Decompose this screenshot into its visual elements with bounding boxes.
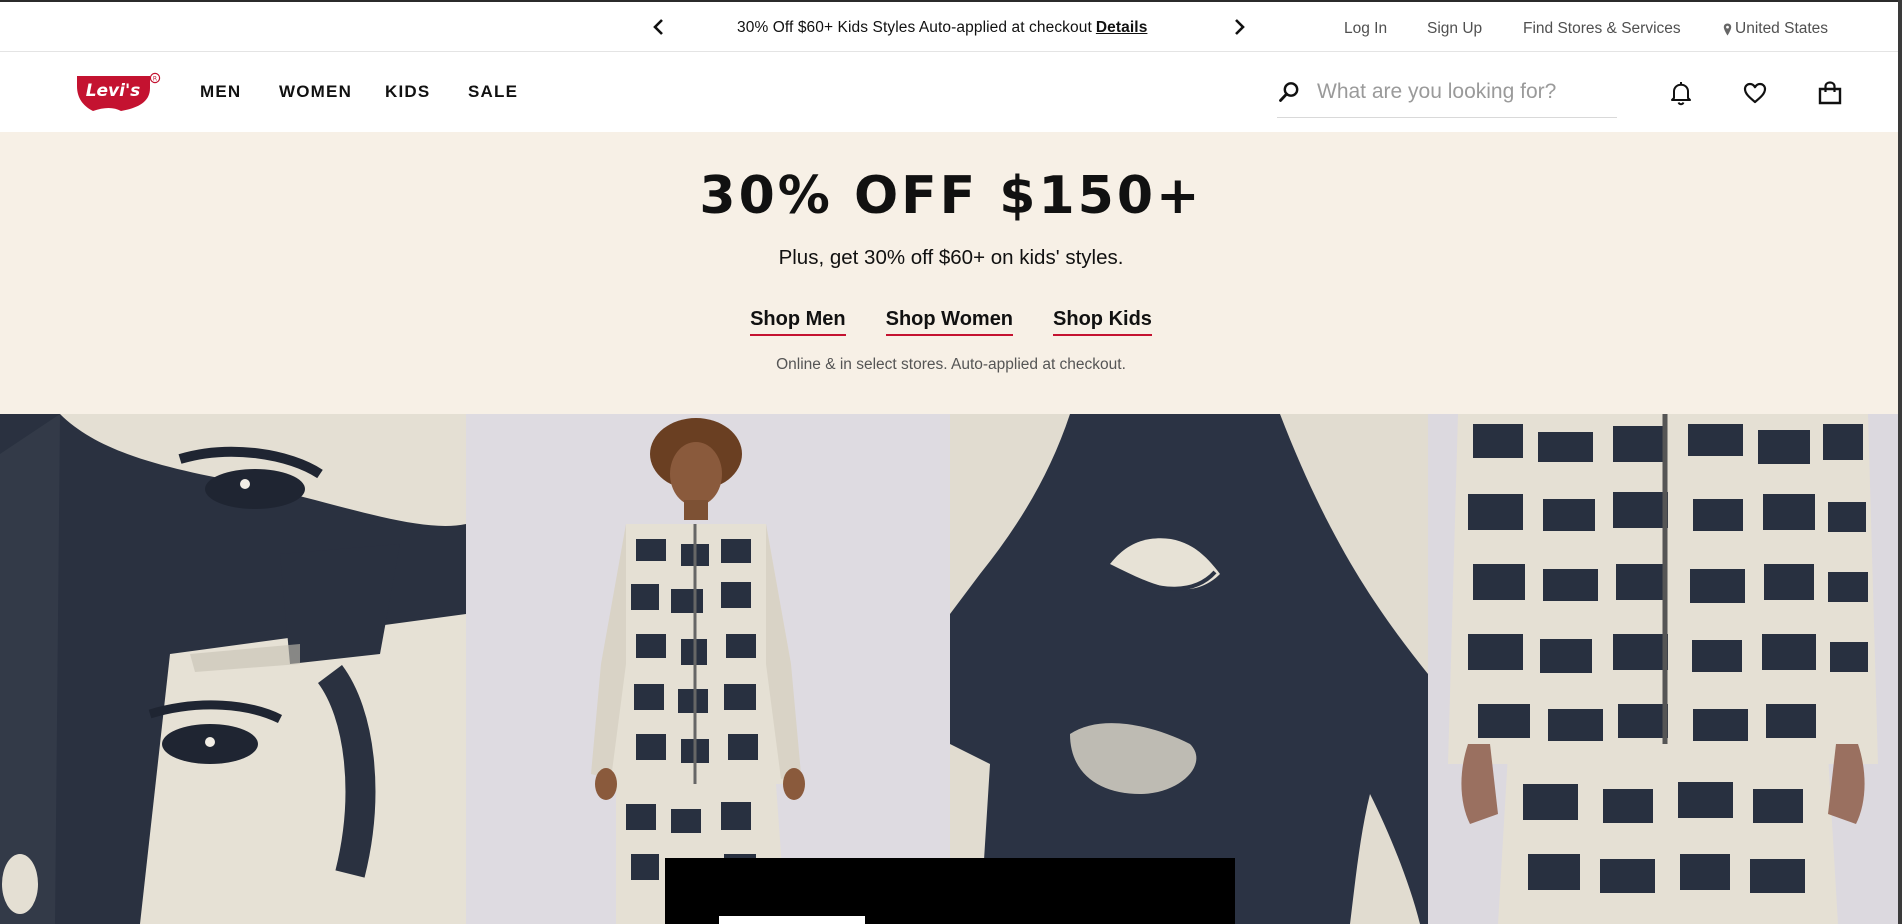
- scrollbar-edge[interactable]: [1898, 0, 1902, 924]
- search-icon[interactable]: [1277, 80, 1301, 104]
- logo-wordmark: Levi's: [86, 81, 141, 101]
- hero-subtitle: Plus, get 30% off $60+ on kids' styles.: [778, 246, 1124, 269]
- country-label: United States: [1735, 20, 1829, 37]
- promo-bar: 30% Off $60+ Kids Styles Auto-applied at…: [0, 0, 1902, 52]
- shopping-bag-icon[interactable]: [1817, 80, 1843, 106]
- eye-closeup-image[interactable]: [950, 414, 1428, 924]
- popup-overlay-card[interactable]: [665, 858, 1235, 924]
- signup-link[interactable]: Sign Up: [1427, 20, 1482, 38]
- svg-text:R: R: [153, 75, 157, 82]
- chevron-left-icon[interactable]: [647, 16, 669, 38]
- product-image-strip[interactable]: [0, 414, 1902, 924]
- location-pin-icon: [1723, 23, 1732, 35]
- login-link[interactable]: Log In: [1344, 20, 1387, 38]
- nav-men[interactable]: MEN: [200, 82, 241, 102]
- nav-women[interactable]: WOMEN: [279, 82, 352, 102]
- shop-kids-link[interactable]: Shop Kids: [1053, 308, 1152, 336]
- chevron-right-icon[interactable]: [1229, 16, 1251, 38]
- heart-icon[interactable]: [1742, 80, 1768, 106]
- country-selector[interactable]: United States: [1723, 20, 1828, 38]
- hero-links: Shop Men Shop Women Shop Kids: [0, 308, 1902, 336]
- jacket-detail-image[interactable]: [1428, 414, 1902, 924]
- shop-women-link[interactable]: Shop Women: [885, 308, 1014, 336]
- shop-men-link[interactable]: Shop Men: [750, 308, 846, 336]
- eye-print-closeup-image[interactable]: [0, 414, 466, 924]
- bell-icon[interactable]: [1668, 80, 1694, 106]
- hero-banner: 30% OFF $150+ Plus, get 30% off $60+ on …: [0, 132, 1902, 414]
- search-bar: [1277, 66, 1617, 118]
- nav-kids[interactable]: KIDS: [385, 82, 430, 102]
- promo-details-link[interactable]: Details: [1096, 19, 1148, 36]
- search-input[interactable]: [1317, 79, 1587, 104]
- hero-title: 30% OFF $150+: [699, 166, 1203, 226]
- find-stores-link[interactable]: Find Stores & Services: [1523, 20, 1681, 38]
- main-nav: Levi's R MEN WOMEN KIDS SALE: [0, 52, 1902, 132]
- promo-text: 30% Off $60+ Kids Styles Auto-applied at…: [737, 19, 1092, 36]
- nav-sale[interactable]: SALE: [468, 82, 518, 102]
- levis-logo[interactable]: Levi's R: [76, 72, 164, 114]
- hero-note: Online & in select stores. Auto-applied …: [776, 356, 1126, 373]
- model-jacket-image[interactable]: [466, 414, 950, 924]
- promo-message: 30% Off $60+ Kids Styles Auto-applied at…: [737, 19, 1147, 37]
- popup-card-bar: [719, 916, 865, 924]
